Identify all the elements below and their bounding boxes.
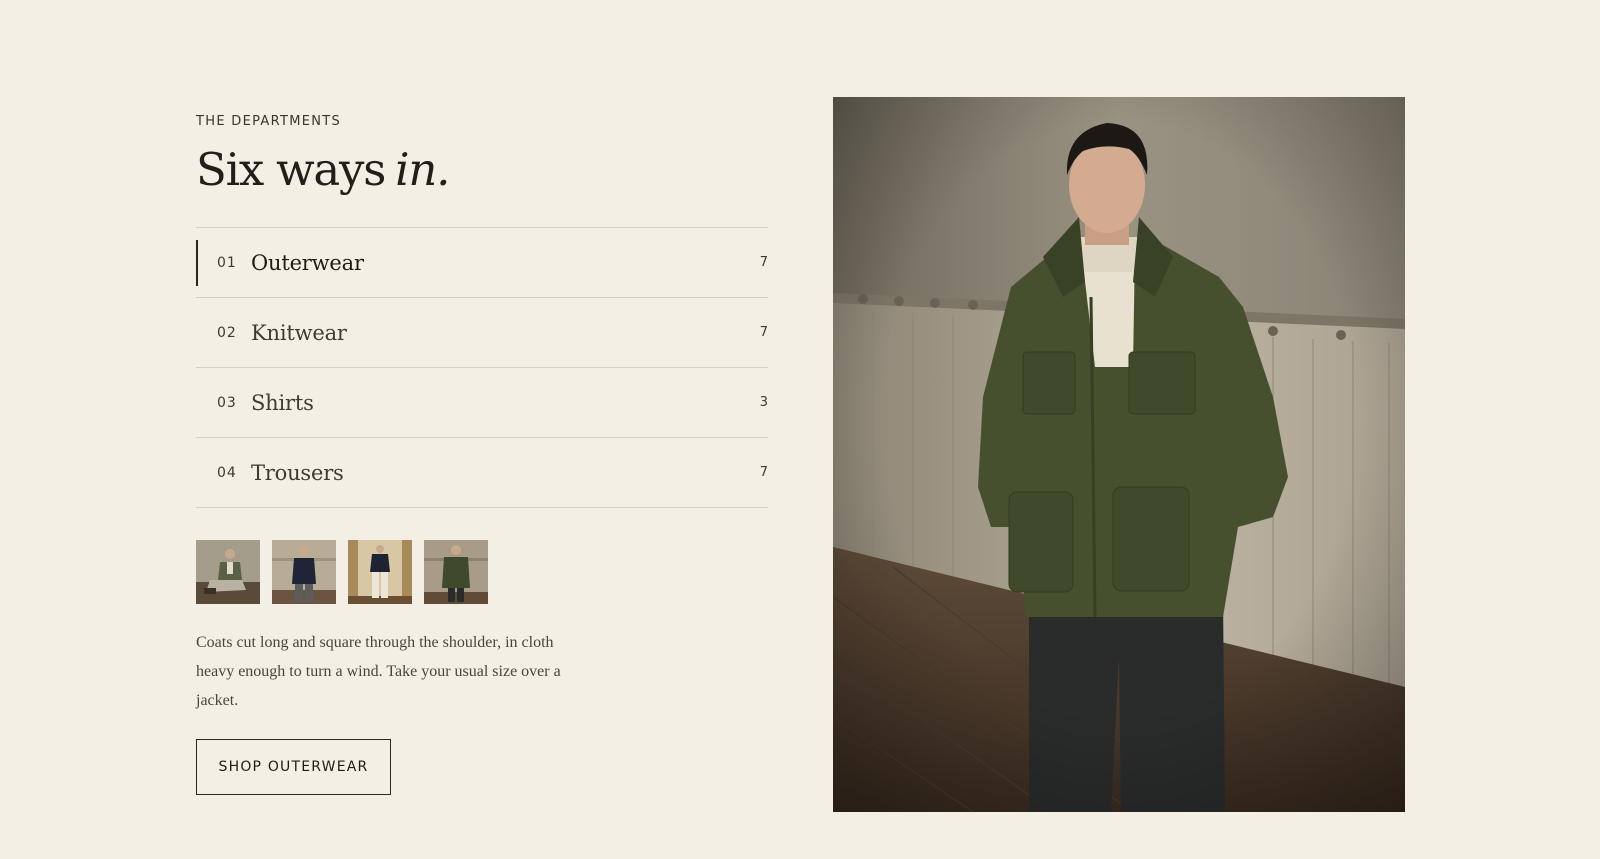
departments-panel: THE DEPARTMENTS Six ways in. 01 Outerwear… xyxy=(196,108,768,795)
thumbnail-seated-model[interactable] xyxy=(196,540,260,604)
department-row-knitwear[interactable]: 02 Knitwear 7 xyxy=(196,298,768,368)
navy-jacket-thumbnail-icon xyxy=(272,540,336,604)
department-row-outerwear[interactable]: 01 Outerwear 7 xyxy=(196,228,768,298)
hero-image xyxy=(833,97,1405,812)
department-name: Trousers xyxy=(251,460,344,485)
heading-emphasis: in. xyxy=(395,143,450,196)
department-name: Knitwear xyxy=(251,320,347,345)
active-marker xyxy=(196,240,198,286)
department-list: 01 Outerwear 7 02 Knitwear 7 03 Shirts 3… xyxy=(196,227,768,508)
olive-jacket-thumbnail-icon xyxy=(424,540,488,604)
section-eyebrow: THE DEPARTMENTS xyxy=(196,114,342,129)
navy-jacket-white-trousers-thumbnail-icon xyxy=(348,540,412,604)
departments-section: THE DEPARTMENTS Six ways in. 01 Outerwear… xyxy=(0,0,1600,859)
department-name: Shirts xyxy=(251,390,314,415)
department-row-trousers[interactable]: 04 Trousers 7 xyxy=(196,438,768,508)
shop-outerwear-button[interactable]: SHOP OUTERWEAR xyxy=(196,739,391,795)
department-number: 04 xyxy=(217,464,237,481)
thumbnail-navy-jacket-white-trousers[interactable] xyxy=(348,540,412,604)
department-row-shirts[interactable]: 03 Shirts 3 xyxy=(196,368,768,438)
seated-model-thumbnail-icon xyxy=(196,540,260,604)
model-in-olive-field-jacket-photo-icon xyxy=(833,97,1405,812)
section-heading: Six ways in. xyxy=(196,141,768,199)
thumbnail-olive-jacket[interactable] xyxy=(424,540,488,604)
department-count: 7 xyxy=(759,255,768,270)
thumbnail-navy-jacket[interactable] xyxy=(272,540,336,604)
thumbnail-strip xyxy=(196,540,768,604)
department-number: 01 xyxy=(217,254,237,271)
department-number: 03 xyxy=(217,394,237,411)
department-count: 3 xyxy=(759,395,768,410)
department-count: 7 xyxy=(759,325,768,340)
department-name: Outerwear xyxy=(251,250,364,275)
department-description: Coats cut long and square through the sh… xyxy=(196,634,561,709)
department-number: 02 xyxy=(217,324,237,341)
heading-main: Six ways xyxy=(196,143,386,196)
department-count: 7 xyxy=(759,465,768,480)
